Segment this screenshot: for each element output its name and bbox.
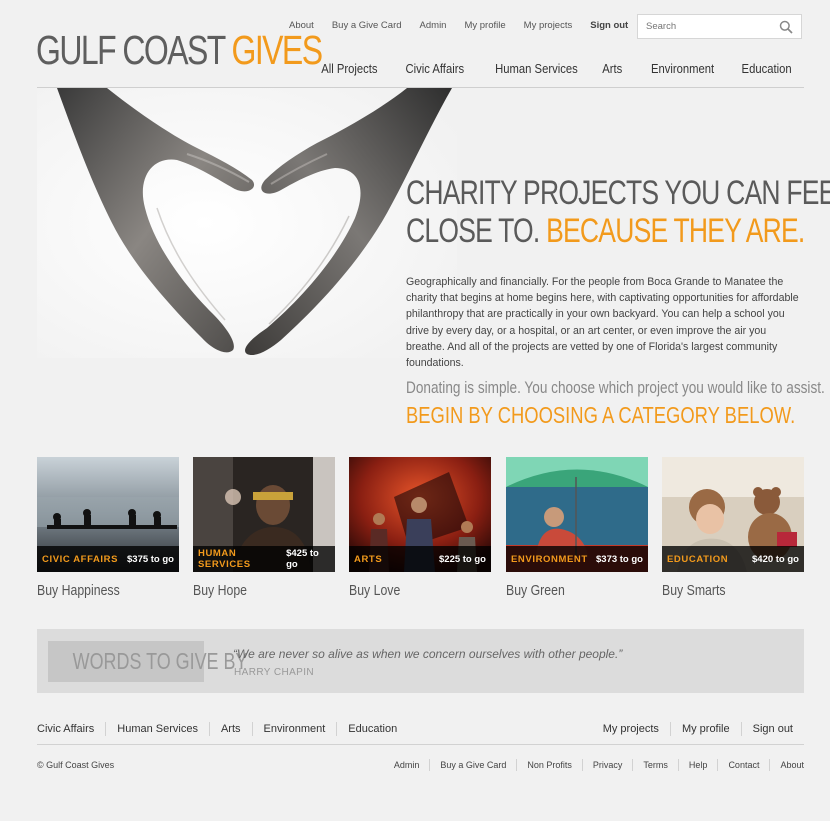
mainnav-civic-affairs[interactable]: Civic Affairs: [406, 62, 465, 76]
category-card-arts[interactable]: ARTS $225 to go Buy Love: [349, 457, 491, 600]
footer-link-education[interactable]: Education: [336, 722, 408, 736]
hero-cta-heading: BEGIN BY CHOOSING A CATEGORY BELOW.: [406, 402, 796, 428]
mainnav-human-services[interactable]: Human Services: [495, 62, 578, 76]
footer-link-human-services[interactable]: Human Services: [105, 722, 209, 736]
category-label-bar: HUMAN SERVICES $425 to go: [193, 546, 335, 572]
footer-link-about[interactable]: About: [769, 759, 804, 771]
search-input[interactable]: [638, 21, 773, 32]
quote-author: HARRY CHAPIN: [234, 667, 315, 678]
utility-nav: About Buy a Give Card Admin My profile M…: [289, 20, 646, 31]
footer-link-buy-give-card[interactable]: Buy a Give Card: [429, 759, 516, 771]
category-card-human-services[interactable]: HUMAN SERVICES $425 to go Buy Hope: [193, 457, 335, 600]
category-cta-link[interactable]: Buy Hope: [193, 582, 247, 599]
category-label-bar: CIVIC AFFAIRS $375 to go: [37, 546, 179, 572]
footer-link-environment[interactable]: Environment: [251, 722, 337, 736]
topnav-my-projects-link[interactable]: My projects: [524, 20, 573, 31]
search-box: [637, 14, 802, 39]
category-card-environment[interactable]: ENVIRONMENT $373 to go Buy Green: [506, 457, 648, 600]
topnav-admin-link[interactable]: Admin: [420, 20, 447, 31]
category-amount: $420 to go: [752, 553, 799, 565]
hero-headline: CHARITY PROJECTS YOU CAN FEEL CLOSE TO. …: [406, 174, 830, 250]
category-cta-link[interactable]: Buy Green: [506, 582, 565, 599]
category-card-education[interactable]: EDUCATION $420 to go Buy Smarts: [662, 457, 804, 600]
category-cta-link[interactable]: Buy Smarts: [662, 582, 726, 599]
hero-simple-text: Donating is simple. You choose which pro…: [406, 378, 825, 397]
copyright-text: © Gulf Coast Gives: [37, 760, 115, 770]
hero-headline-orange: BECAUSE THEY ARE.: [546, 212, 805, 250]
category-name: EDUCATION: [667, 553, 729, 565]
search-icon[interactable]: [779, 20, 793, 34]
topnav-sign-out-link[interactable]: Sign out: [590, 20, 628, 31]
topnav-my-profile-link[interactable]: My profile: [464, 20, 505, 31]
category-thumbnail[interactable]: HUMAN SERVICES $425 to go: [193, 457, 335, 572]
category-amount: $375 to go: [127, 553, 174, 565]
mainnav-all-projects[interactable]: All Projects: [321, 62, 377, 76]
category-name: ARTS: [354, 553, 383, 565]
mainnav-education[interactable]: Education: [742, 62, 792, 76]
category-name: HUMAN SERVICES: [198, 548, 251, 570]
site-logo[interactable]: GULF COAST GIVES: [36, 27, 323, 73]
page: About Buy a Give Card Admin My profile M…: [0, 0, 830, 821]
footer-link-non-profits[interactable]: Non Profits: [516, 759, 582, 771]
footer-link-admin[interactable]: Admin: [384, 759, 430, 771]
footer-link-civic-affairs[interactable]: Civic Affairs: [37, 722, 105, 736]
category-amount: $425 to go: [286, 548, 319, 570]
footer-utility-nav: Admin Buy a Give Card Non Profits Privac…: [384, 759, 804, 771]
category-name: ENVIRONMENT: [511, 553, 588, 565]
hero-heart-hands-image: [37, 88, 457, 358]
footer-link-privacy[interactable]: Privacy: [581, 759, 633, 771]
words-to-give-by-label: WORDS TO GIVE BY: [48, 641, 247, 682]
footer-account-nav: My projects My profile Sign out: [592, 722, 804, 736]
words-to-give-by-panel: WORDS TO GIVE BY “We are never so alive …: [37, 629, 804, 693]
footer-link-contact[interactable]: Contact: [717, 759, 769, 771]
category-thumbnail[interactable]: ENVIRONMENT $373 to go: [506, 457, 648, 572]
hero-headline-line1: CHARITY PROJECTS YOU CAN FEEL: [406, 174, 830, 212]
mainnav-arts[interactable]: Arts: [602, 62, 622, 76]
logo-text-gulf-coast: GULF COAST: [36, 27, 226, 73]
footer-link-sign-out[interactable]: Sign out: [740, 722, 804, 736]
category-grid: CIVIC AFFAIRS $375 to go Buy Happiness H…: [37, 457, 804, 607]
hero-description: Geographically and financially. For the …: [406, 276, 799, 370]
footer-link-my-profile[interactable]: My profile: [669, 722, 741, 736]
category-label-bar: ARTS $225 to go: [349, 546, 491, 572]
topnav-buy-give-card-link[interactable]: Buy a Give Card: [332, 20, 402, 31]
footer-link-arts[interactable]: Arts: [208, 722, 252, 736]
mainnav-environment[interactable]: Environment: [651, 62, 714, 76]
category-label-bar: ENVIRONMENT $373 to go: [506, 546, 648, 572]
quote-text: “We are never so alive as when we concer…: [233, 647, 623, 661]
category-label-bar: EDUCATION $420 to go: [662, 546, 804, 572]
category-card-civic-affairs[interactable]: CIVIC AFFAIRS $375 to go Buy Happiness: [37, 457, 179, 600]
footer-divider: [37, 744, 804, 745]
category-amount: $225 to go: [439, 553, 486, 565]
category-thumbnail[interactable]: CIVIC AFFAIRS $375 to go: [37, 457, 179, 572]
category-thumbnail[interactable]: ARTS $225 to go: [349, 457, 491, 572]
category-thumbnail[interactable]: EDUCATION $420 to go: [662, 457, 804, 572]
hero-headline-grey: CLOSE TO.: [406, 212, 540, 250]
footer-category-nav: Civic Affairs Human Services Arts Enviro…: [37, 722, 408, 736]
category-amount: $373 to go: [596, 553, 643, 565]
footer-link-my-projects[interactable]: My projects: [592, 722, 670, 736]
footer-link-help[interactable]: Help: [677, 759, 718, 771]
category-name: CIVIC AFFAIRS: [42, 553, 119, 565]
footer-link-terms[interactable]: Terms: [632, 759, 678, 771]
category-cta-link[interactable]: Buy Love: [349, 582, 400, 599]
main-nav: All Projects Civic Affairs Human Service…: [293, 62, 792, 76]
category-cta-link[interactable]: Buy Happiness: [37, 582, 120, 599]
